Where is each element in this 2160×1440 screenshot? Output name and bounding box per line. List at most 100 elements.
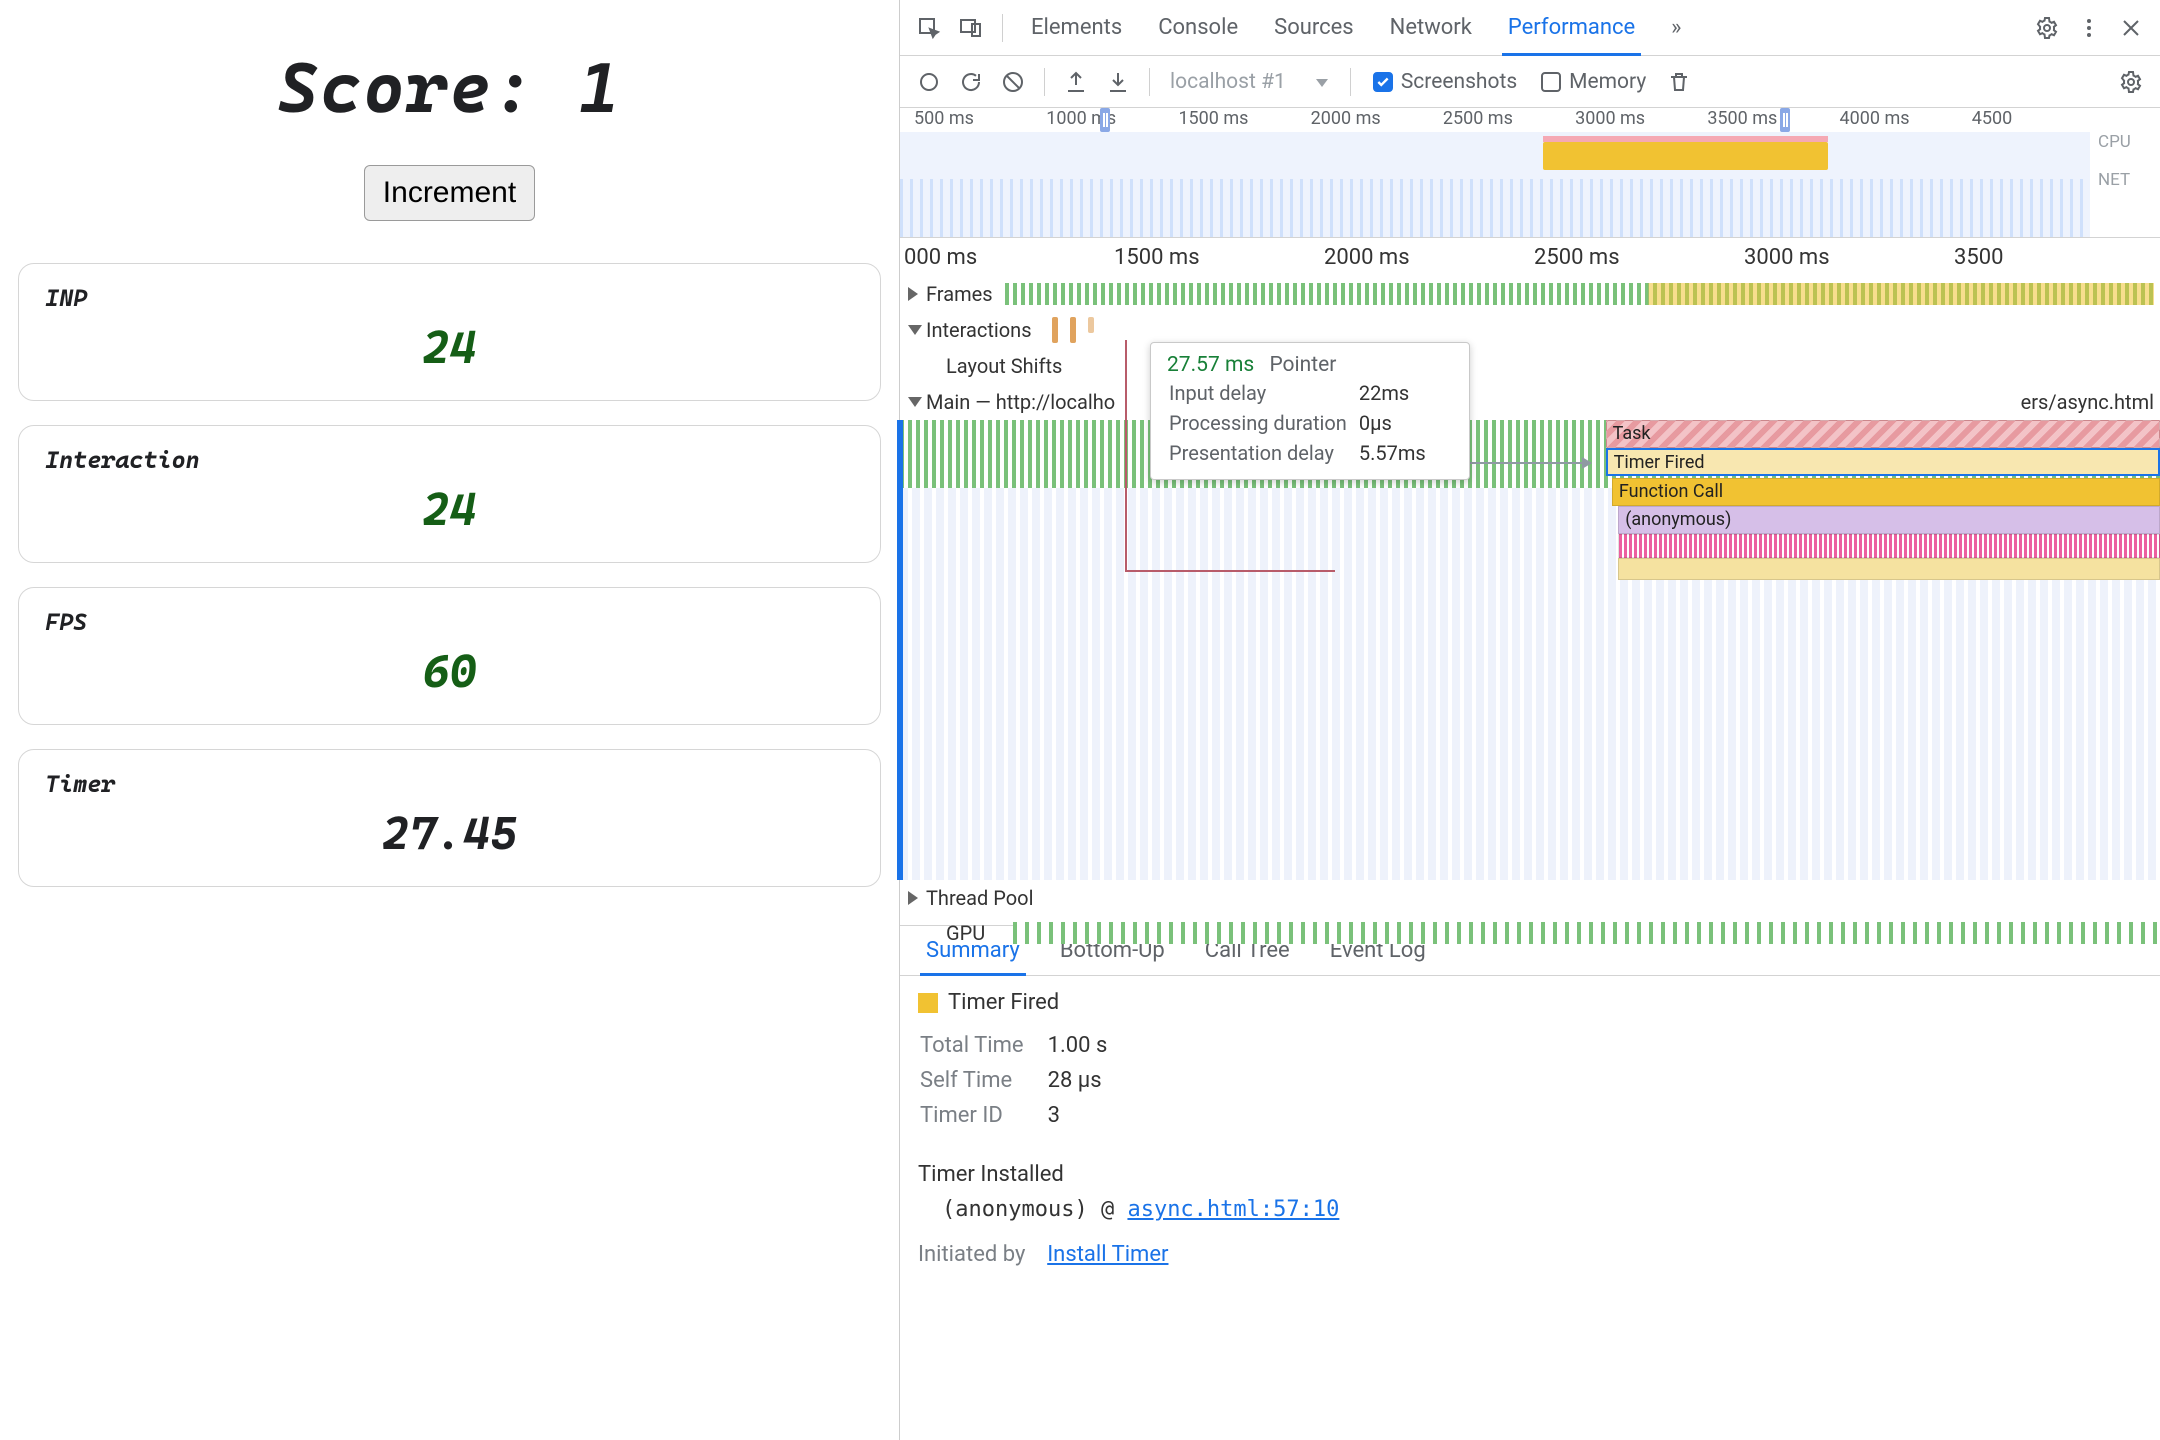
tab-sources[interactable]: Sources: [1256, 0, 1372, 55]
ruler-tick: 2000 ms: [1320, 245, 1530, 270]
inspect-icon[interactable]: [912, 11, 946, 45]
main-flame-area[interactable]: Task Timer Fired Function Call (anonymou…: [900, 420, 2160, 880]
tooltip-table: Input delay22ms Processing duration0µs P…: [1167, 377, 1438, 469]
overview-tick: 3000 ms: [1561, 108, 1693, 132]
checkbox-label: Screenshots: [1401, 70, 1517, 94]
flame-block-anonymous[interactable]: (anonymous): [1618, 506, 2160, 534]
overview-side-labels: CPU NET: [2090, 132, 2160, 190]
clear-icon[interactable]: [996, 65, 1030, 99]
metric-label: Interaction: [45, 446, 860, 474]
tooltip-value: 22ms: [1359, 379, 1436, 407]
timer-installed-title: Timer Installed: [918, 1162, 2142, 1187]
overview-tick: 4000 ms: [1826, 108, 1958, 132]
device-toggle-icon[interactable]: [954, 11, 988, 45]
timer-installed-line: (anonymous) @ async.html:57:10: [942, 1197, 2142, 1222]
interaction-marks: [1052, 317, 1094, 343]
ruler-tick: 1500 ms: [1110, 245, 1320, 270]
track-gpu[interactable]: GPU: [900, 916, 2160, 950]
interaction-mark: [1070, 317, 1076, 343]
interaction-anchor-line: [1125, 340, 1127, 570]
flame-block-micro[interactable]: [1618, 534, 2160, 558]
download-icon[interactable]: [1101, 65, 1135, 99]
metric-card-timer: Timer 27.45: [18, 749, 881, 887]
summary-body: Timer Fired Total Time1.00 s Self Time28…: [900, 976, 2160, 1297]
separator: [1002, 14, 1003, 42]
kebab-icon[interactable]: [2072, 11, 2106, 45]
tooltip-key: Presentation delay: [1169, 439, 1357, 467]
overview-tick: 1500 ms: [1164, 108, 1296, 132]
summary-value: 1.00 s: [1048, 1029, 1130, 1062]
flame-block-task[interactable]: Task: [1606, 420, 2160, 448]
score-value: 1: [579, 48, 622, 129]
overview-tick: 1000 ms: [1032, 108, 1164, 132]
tab-performance[interactable]: Performance: [1490, 0, 1653, 55]
summary-value: 28 µs: [1048, 1064, 1130, 1097]
check-icon: [1541, 72, 1561, 92]
ruler-tick: 3000 ms: [1740, 245, 1950, 270]
interaction-anchor-base: [1125, 570, 1335, 572]
flame-block-micro2[interactable]: [1618, 558, 2160, 580]
flame-block-function-call[interactable]: Function Call: [1612, 478, 2160, 506]
profile-select[interactable]: localhost #1: [1160, 66, 1340, 98]
frames-strip: [1005, 283, 2154, 305]
summary-table: Total Time1.00 s Self Time28 µs Timer ID…: [918, 1027, 1131, 1134]
memory-checkbox[interactable]: Memory: [1541, 70, 1646, 94]
chevron-right-icon: [908, 287, 918, 301]
initiated-link[interactable]: Install Timer: [1047, 1242, 1168, 1267]
metric-value: 27.45: [39, 806, 860, 860]
interaction-mark: [1052, 317, 1058, 343]
flame-tracks[interactable]: Frames Interactions Layout Shifts M: [900, 276, 2160, 926]
overview-handle-left[interactable]: [1100, 108, 1110, 132]
tab-network[interactable]: Network: [1372, 0, 1490, 55]
timeline-overview[interactable]: 500 ms 1000 ms 1500 ms 2000 ms 2500 ms 3…: [900, 108, 2160, 238]
upload-icon[interactable]: [1059, 65, 1093, 99]
metric-label: INP: [45, 284, 860, 312]
gpu-strip: [1013, 922, 2160, 944]
ruler-tick: 2500 ms: [1530, 245, 1740, 270]
record-icon[interactable]: [912, 65, 946, 99]
reload-icon[interactable]: [954, 65, 988, 99]
summary-swatch: [918, 993, 938, 1013]
score-title: Score: 1: [18, 48, 881, 129]
overview-handle-right[interactable]: [1780, 108, 1790, 132]
overview-tick: 4500: [1958, 108, 2090, 132]
flame-left-marker: [897, 420, 903, 880]
interaction-mark: [1088, 317, 1094, 333]
track-header-frames[interactable]: Frames: [900, 276, 2160, 312]
overview-tick: 500 ms: [900, 108, 1032, 132]
metric-label: FPS: [45, 608, 860, 636]
track-header-interactions[interactable]: Interactions: [900, 312, 2160, 348]
tab-console[interactable]: Console: [1140, 0, 1256, 55]
gear-icon[interactable]: [2030, 11, 2064, 45]
initiated-by: Initiated by Install Timer: [918, 1242, 2142, 1267]
track-header-layout-shifts[interactable]: Layout Shifts: [900, 348, 2160, 384]
track-label: Main — http://localho: [926, 390, 1115, 414]
chevron-down-icon: [908, 397, 922, 407]
trash-icon[interactable]: [1662, 65, 1696, 99]
track-label: Frames: [926, 282, 993, 306]
performance-toolbar: localhost #1 Screenshots Memory: [900, 56, 2160, 108]
flame-ruler: 000 ms 1500 ms 2000 ms 2500 ms 3000 ms 3…: [900, 238, 2160, 276]
tab-more[interactable]: »: [1653, 0, 1699, 55]
checkbox-label: Memory: [1569, 70, 1646, 94]
overview-ticks: 500 ms 1000 ms 1500 ms 2000 ms 2500 ms 3…: [900, 108, 2090, 132]
tooltip-value: 0µs: [1359, 409, 1436, 437]
overview-script-bar: [1543, 142, 1829, 170]
tab-summary[interactable]: Summary: [906, 926, 1040, 975]
tooltip-ms: 27.57 ms: [1167, 353, 1254, 377]
increment-button[interactable]: Increment: [364, 165, 535, 221]
tab-elements[interactable]: Elements: [1013, 0, 1140, 55]
track-label: Interactions: [926, 318, 1032, 342]
track-header-thread-pool[interactable]: Thread Pool: [900, 880, 2160, 916]
settings-gear-icon[interactable]: [2114, 65, 2148, 99]
overview-tick: 2500 ms: [1429, 108, 1561, 132]
screenshots-checkbox[interactable]: Screenshots: [1373, 70, 1517, 94]
metric-value: 24: [39, 320, 860, 374]
summary-key: Self Time: [920, 1064, 1046, 1097]
installed-source-link[interactable]: async.html:57:10: [1127, 1197, 1339, 1222]
interaction-tooltip: 27.57 ms Pointer Input delay22ms Process…: [1150, 342, 1470, 480]
close-icon[interactable]: [2114, 11, 2148, 45]
overview-tick: 2000 ms: [1297, 108, 1429, 132]
flame-block-timer-fired[interactable]: Timer Fired: [1606, 448, 2160, 476]
track-header-main[interactable]: Main — http://localho ers/async.html: [900, 384, 2160, 420]
